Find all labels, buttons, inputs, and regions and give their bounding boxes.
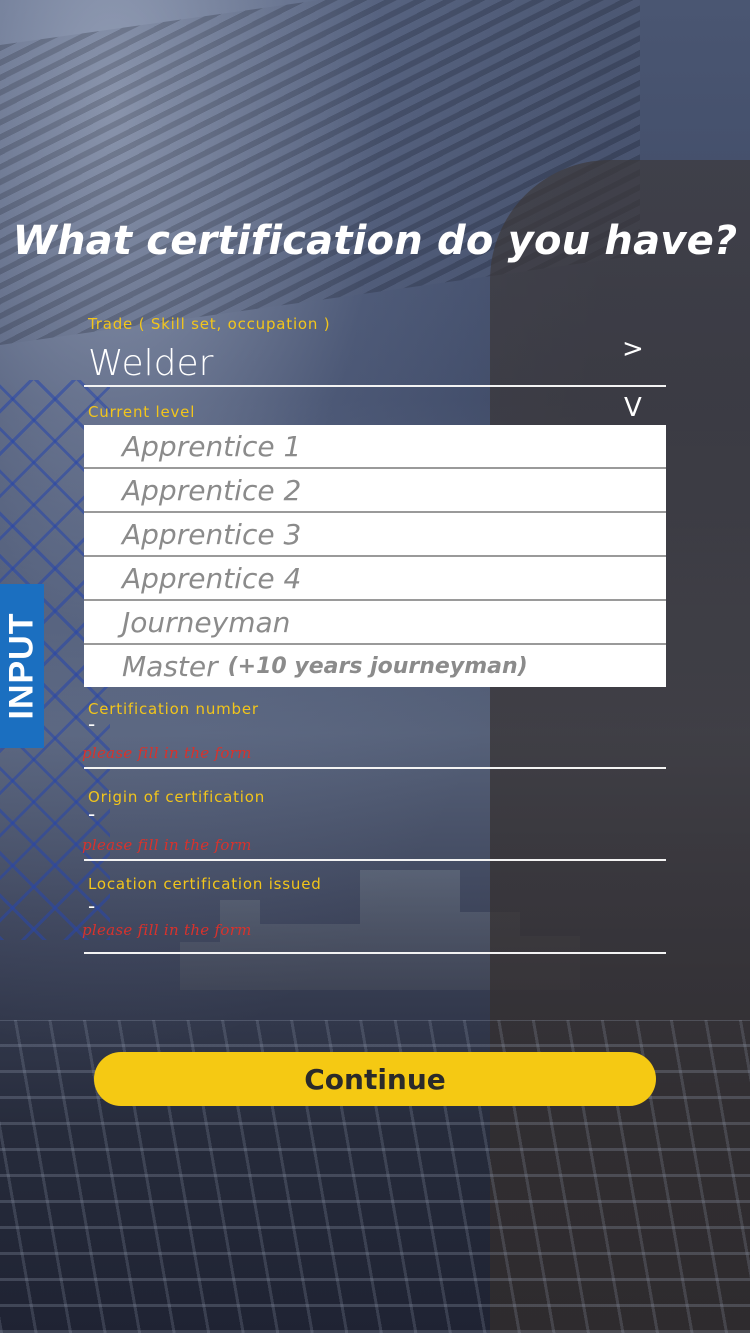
level-dropdown: Apprentice 1 Apprentice 2 Apprentice 3 A… (84, 425, 666, 687)
chevron-down-icon[interactable]: V (624, 393, 642, 423)
option-note: (+10 years journeyman) (227, 653, 528, 679)
side-tab-label: INPUT (2, 612, 41, 720)
origin-label: Origin of certification (88, 788, 266, 806)
chevron-right-icon[interactable]: > (622, 334, 644, 364)
cert-number-label: Certification number (88, 700, 259, 718)
level-option-apprentice-2[interactable]: Apprentice 2 (84, 469, 666, 513)
location-label: Location certification issued (88, 875, 322, 893)
option-label: Apprentice 1 (122, 429, 302, 463)
page-title: What certification do you have? (12, 218, 738, 264)
level-option-journeyman[interactable]: Journeyman (84, 601, 666, 645)
level-label: Current level (88, 403, 196, 421)
input-side-tab[interactable]: INPUT (0, 584, 44, 748)
origin-underline (84, 859, 666, 861)
level-option-apprentice-3[interactable]: Apprentice 3 (84, 513, 666, 557)
level-option-master[interactable]: Master (+10 years journeyman) (84, 645, 666, 687)
option-label: Apprentice 2 (122, 473, 302, 507)
option-label: Apprentice 3 (122, 517, 302, 551)
option-label: Apprentice 4 (122, 561, 302, 595)
trade-underline (84, 385, 666, 387)
location-error: please fill in the form (82, 921, 252, 939)
cert-number-underline (84, 767, 666, 769)
option-label: Master (122, 649, 218, 683)
continue-button[interactable]: Continue (94, 1052, 656, 1106)
trade-label: Trade ( Skill set, occupation ) (88, 315, 331, 333)
option-label: Journeyman (122, 605, 291, 639)
cert-number-error: please fill in the form (82, 744, 252, 762)
origin-error: please fill in the form (82, 836, 252, 854)
origin-input[interactable]: - (88, 802, 95, 826)
level-option-apprentice-1[interactable]: Apprentice 1 (84, 425, 666, 469)
cert-number-input[interactable]: - (88, 712, 95, 736)
location-underline (84, 952, 666, 954)
trade-select[interactable]: Welder (88, 343, 213, 384)
level-option-apprentice-4[interactable]: Apprentice 4 (84, 557, 666, 601)
location-input[interactable]: - (88, 894, 95, 918)
